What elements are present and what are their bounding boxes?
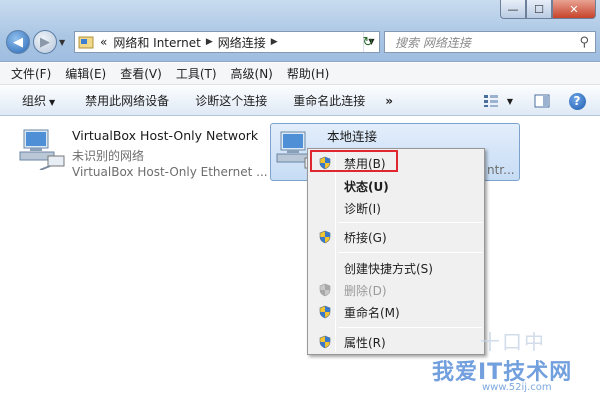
search-box[interactable]: 搜索 网络连接 ⚲ [384, 31, 596, 53]
minimize-button[interactable]: — [500, 0, 526, 19]
search-input[interactable]: 搜索 网络连接 [395, 34, 471, 51]
refresh-icon: ↻ [362, 34, 374, 50]
back-arrow-icon: ◀ [13, 34, 23, 50]
breadcrumb-chevron-icon[interactable]: ▶ [269, 37, 280, 47]
menu-item-status[interactable]: 状态(U) [310, 175, 482, 197]
connection-status: 未识别的网络 [72, 149, 145, 163]
menu-item-bridge[interactable]: 桥接(G) [310, 226, 482, 248]
history-dropdown-icon[interactable]: ▼ [59, 38, 65, 47]
view-dropdown-icon: ▼ [506, 96, 514, 106]
uac-shield-icon [319, 283, 331, 297]
menu-tools[interactable]: 工具(T) [169, 65, 224, 82]
control-panel-icon [78, 36, 94, 49]
back-button[interactable]: ◀ [6, 30, 30, 54]
network-adapter-icon [19, 129, 65, 170]
breadcrumb-network-connections[interactable]: 网络连接 [215, 34, 269, 51]
forward-button[interactable]: ▶ [33, 30, 57, 54]
uac-shield-icon [319, 230, 331, 244]
menu-item-label: 删除(D) [344, 283, 387, 298]
uac-shield-icon [319, 335, 331, 349]
more-commands-button[interactable]: » [377, 94, 401, 108]
watermark-url: www.52ij.com [482, 382, 552, 393]
uac-shield-icon [319, 305, 331, 319]
maximize-icon: ☐ [534, 2, 544, 16]
organize-button[interactable]: 组织 ▼ [14, 92, 63, 109]
menu-item-label: 创建快捷方式(S) [344, 261, 433, 276]
help-icon: ? [568, 92, 586, 110]
minimize-icon: — [507, 2, 519, 16]
menu-item-label: 桥接(G) [344, 230, 387, 245]
connection-name: VirtualBox Host-Only Network [72, 128, 259, 143]
menu-edit[interactable]: 编辑(E) [58, 65, 113, 82]
connection-virtualbox[interactable]: VirtualBox Host-Only Network 未识别的网络 Virt… [18, 126, 268, 184]
menu-advanced[interactable]: 高级(N) [224, 65, 280, 82]
breadcrumb-chevron-icon[interactable]: ▶ [204, 37, 215, 47]
address-bar[interactable]: « 网络和 Internet ▶ 网络连接 ▶ ▼ [74, 31, 380, 53]
search-icon[interactable]: ⚲ [579, 35, 589, 50]
menu-help[interactable]: 帮助(H) [280, 65, 336, 82]
diagnose-button[interactable]: 诊断这个连接 [187, 92, 275, 109]
view-icon [483, 95, 498, 107]
menu-view[interactable]: 查看(V) [113, 65, 169, 82]
menu-separator [338, 222, 482, 223]
connection-device-tail: ntr... [487, 163, 515, 177]
menu-bar: 文件(F) 编辑(E) 查看(V) 工具(T) 高级(N) 帮助(H) [0, 63, 600, 85]
forward-arrow-icon: ▶ [40, 34, 50, 50]
close-icon: ✕ [569, 2, 579, 16]
menu-file[interactable]: 文件(F) [4, 65, 58, 82]
organize-dropdown-icon: ▼ [49, 98, 56, 107]
window-controls: — ☐ ✕ [500, 0, 596, 20]
disable-device-button[interactable]: 禁用此网络设备 [77, 92, 177, 109]
menu-item-label: 属性(R) [344, 335, 386, 350]
close-button[interactable]: ✕ [552, 0, 596, 19]
connection-device: VirtualBox Host-Only Ethernet ... [72, 165, 268, 179]
breadcrumb-network-internet[interactable]: 网络和 Internet [110, 34, 203, 51]
address-overflow[interactable]: « [97, 35, 110, 49]
watermark: 十口中 我爱IT技术网 www.52ij.com [410, 318, 600, 400]
menu-item-delete: 删除(D) [310, 279, 482, 301]
refresh-button[interactable]: ↻ [356, 32, 380, 52]
help-button[interactable]: ? [566, 90, 588, 112]
preview-pane-icon [534, 94, 550, 108]
preview-pane-button[interactable] [530, 90, 554, 112]
connection-name: 本地连接 [327, 129, 378, 144]
menu-item-label: 状态(U) [344, 179, 389, 194]
menu-item-label: 重命名(M) [344, 305, 400, 320]
maximize-button[interactable]: ☐ [526, 0, 552, 19]
change-view-button[interactable]: ▼ [478, 90, 518, 112]
menu-item-create-shortcut[interactable]: 创建快捷方式(S) [310, 257, 482, 279]
watermark-logo: 十口中 [480, 330, 546, 354]
menu-separator [338, 252, 482, 253]
menu-item-label: 诊断(I) [344, 201, 381, 216]
annotation-highlight-box [310, 150, 398, 172]
organize-label: 组织 [22, 94, 47, 108]
menu-item-diagnose[interactable]: 诊断(I) [310, 197, 482, 219]
rename-button[interactable]: 重命名此连接 [285, 92, 373, 109]
